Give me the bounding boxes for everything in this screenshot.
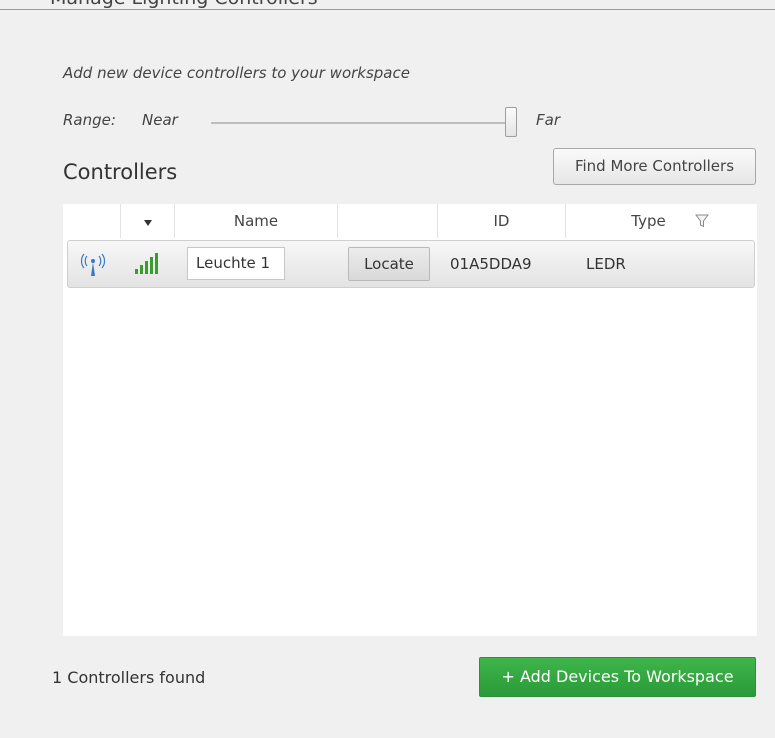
controllers-table: Name ID Type Leuchte 1 Locate 01A5DDA9 L…	[63, 204, 757, 636]
locate-button[interactable]: Locate	[348, 247, 430, 281]
window-top-edge: Manage Lighting Controllers	[0, 0, 775, 10]
intro-text: Add new device controllers to your works…	[63, 64, 410, 82]
add-devices-to-workspace-button[interactable]: + Add Devices To Workspace	[479, 657, 756, 697]
signal-strength-icon	[135, 253, 158, 274]
window-title: Manage Lighting Controllers	[50, 0, 318, 9]
controller-name-field[interactable]: Leuchte 1	[187, 247, 285, 280]
controllers-found-status: 1 Controllers found	[52, 668, 206, 687]
range-slider-thumb[interactable]	[505, 107, 517, 137]
column-header-action[interactable]	[337, 204, 437, 238]
sort-descending-arrow-icon[interactable]	[143, 220, 152, 226]
column-header-signal[interactable]	[120, 204, 174, 238]
column-header-type[interactable]: Type	[565, 204, 731, 238]
column-header-id[interactable]: ID	[437, 204, 565, 238]
filter-funnel-icon[interactable]	[695, 214, 709, 228]
column-header-name[interactable]: Name	[174, 204, 337, 238]
controller-type: LEDR	[586, 255, 626, 273]
range-min-label: Near	[142, 111, 178, 129]
controllers-heading: Controllers	[63, 160, 178, 184]
table-header: Name ID Type	[63, 204, 757, 238]
range-slider-track[interactable]	[211, 122, 511, 124]
table-row[interactable]: Leuchte 1 Locate 01A5DDA9 LEDR	[67, 240, 755, 288]
column-header-status[interactable]	[63, 204, 120, 238]
controller-id: 01A5DDA9	[450, 255, 532, 273]
top-divider	[0, 9, 775, 10]
find-more-controllers-button[interactable]: Find More Controllers	[553, 148, 756, 185]
column-header-type-label: Type	[631, 212, 666, 230]
range-label: Range:	[63, 111, 116, 129]
range-max-label: Far	[536, 111, 560, 129]
wireless-broadcast-icon	[80, 253, 106, 276]
